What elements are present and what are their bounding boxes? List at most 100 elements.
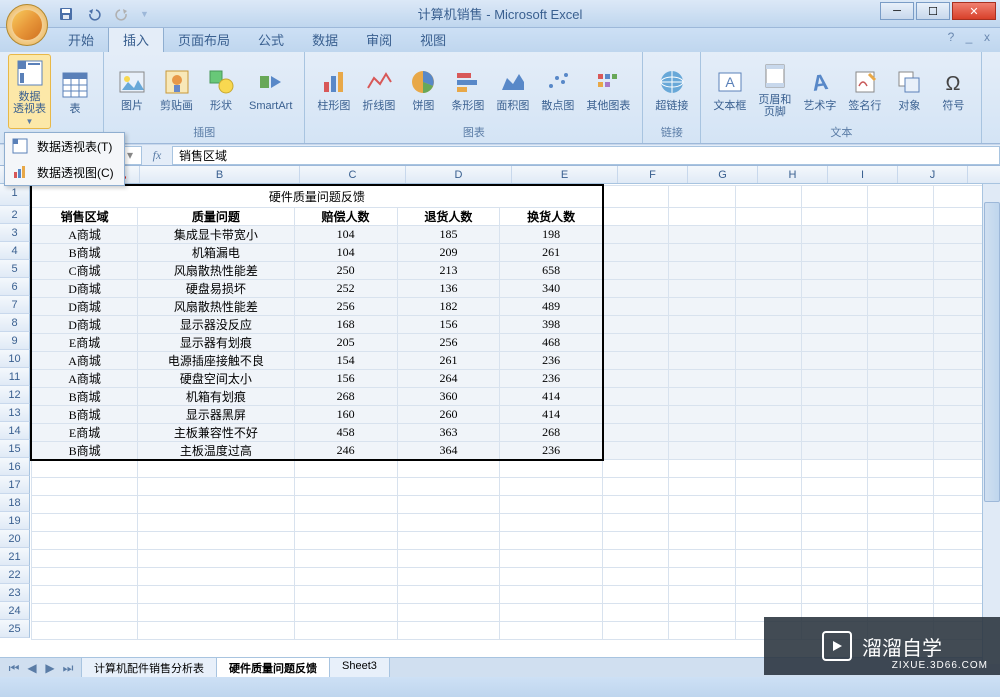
spreadsheet-grid[interactable]: 硬件质量问题反馈销售区域质量问题赔偿人数退货人数换货人数A商城集成显卡带宽小10… (30, 184, 1000, 640)
sheet-nav-prev-icon[interactable]: ◀ (24, 661, 40, 675)
row-header[interactable]: 2 (0, 206, 30, 224)
row-header[interactable]: 10 (0, 350, 30, 368)
column-header[interactable]: F (618, 166, 688, 183)
column-header[interactable]: B (140, 166, 300, 183)
row-header[interactable]: 18 (0, 494, 30, 512)
line-chart-icon (363, 66, 395, 98)
scrollbar-thumb[interactable] (984, 202, 1000, 502)
column-chart-button[interactable]: 柱形图 (313, 64, 354, 114)
row-header[interactable]: 17 (0, 476, 30, 494)
formula-bar[interactable]: 销售区域 (172, 146, 1000, 165)
maximize-button[interactable]: ☐ (916, 2, 950, 20)
qat-more-icon[interactable]: ▼ (140, 9, 149, 19)
row-header[interactable]: 25 (0, 620, 30, 638)
status-bar (0, 677, 1000, 697)
column-header[interactable]: C (300, 166, 406, 183)
other-chart-button[interactable]: 其他图表 (582, 64, 634, 114)
name-box-dropdown-icon[interactable]: ▾ (123, 148, 137, 162)
row-header[interactable]: 11 (0, 368, 30, 386)
row-header[interactable]: 1 (0, 184, 30, 206)
row-header[interactable]: 22 (0, 566, 30, 584)
clipart-button[interactable]: 剪贴画 (156, 64, 197, 114)
scatter-chart-button[interactable]: 散点图 (537, 64, 578, 114)
column-headers: ABCDEFGHIJ (0, 166, 1000, 184)
row-header[interactable]: 24 (0, 602, 30, 620)
pivot-table-button[interactable]: 数据 透视表 ▼ (8, 54, 51, 129)
object-button[interactable]: 对象 (889, 64, 929, 114)
redo-icon[interactable] (112, 4, 132, 24)
sheet-tab[interactable]: 计算机配件销售分析表 (81, 657, 217, 679)
tab-page-layout[interactable]: 页面布局 (164, 26, 244, 52)
help-icon[interactable]: ? (944, 30, 958, 44)
row-header[interactable]: 3 (0, 224, 30, 242)
table-icon (59, 69, 91, 101)
row-header[interactable]: 16 (0, 458, 30, 476)
row-header[interactable]: 21 (0, 548, 30, 566)
tab-home[interactable]: 开始 (54, 26, 108, 52)
pie-chart-button[interactable]: 饼图 (403, 64, 443, 114)
bar-chart-button[interactable]: 条形图 (447, 64, 488, 114)
row-header[interactable]: 4 (0, 242, 30, 260)
pivot-chart-small-icon (11, 163, 29, 181)
row-header[interactable]: 14 (0, 422, 30, 440)
ribbon-body: 数据 透视表 ▼ 表 表 图片 剪贴画 形状 (0, 52, 1000, 144)
symbol-button[interactable]: Ω 符号 (933, 64, 973, 114)
pivot-table-menu-item[interactable]: 数据透视表(T) (5, 133, 124, 159)
vertical-scrollbar[interactable] (982, 184, 1000, 664)
close-button[interactable]: ✕ (952, 2, 996, 20)
column-header[interactable]: G (688, 166, 758, 183)
column-header[interactable]: D (406, 166, 512, 183)
header-footer-button[interactable]: 页眉和 页脚 (754, 58, 795, 120)
row-header[interactable]: 8 (0, 314, 30, 332)
tab-review[interactable]: 审阅 (352, 26, 406, 52)
smartart-button[interactable]: SmartArt (245, 64, 296, 114)
sheet-tab[interactable]: 硬件质量问题反馈 (216, 657, 330, 679)
row-header[interactable]: 13 (0, 404, 30, 422)
area-chart-button[interactable]: 面积图 (492, 64, 533, 114)
save-icon[interactable] (56, 4, 76, 24)
header-footer-icon (759, 60, 791, 92)
pivot-chart-menu-item[interactable]: 数据透视图(C) (5, 159, 124, 185)
row-header[interactable]: 6 (0, 278, 30, 296)
row-header[interactable]: 9 (0, 332, 30, 350)
svg-text:A: A (810, 68, 829, 95)
line-chart-button[interactable]: 折线图 (358, 64, 399, 114)
watermark: 溜溜自学 ZIXUE.3D66.COM (764, 617, 1000, 675)
column-header[interactable]: J (898, 166, 968, 183)
ribbon-minimize-icon[interactable]: _ (962, 30, 976, 44)
row-header[interactable]: 5 (0, 260, 30, 278)
undo-icon[interactable] (84, 4, 104, 24)
svg-text:Ω: Ω (946, 73, 961, 95)
sheet-nav-last-icon[interactable]: ⏭ (60, 661, 76, 675)
shapes-button[interactable]: 形状 (201, 64, 241, 114)
picture-button[interactable]: 图片 (112, 64, 152, 114)
pie-chart-icon (407, 66, 439, 98)
row-header[interactable]: 23 (0, 584, 30, 602)
column-header[interactable]: I (828, 166, 898, 183)
column-header[interactable]: E (512, 166, 618, 183)
wordart-icon: A (804, 66, 836, 98)
office-button[interactable] (6, 4, 48, 46)
tab-formulas[interactable]: 公式 (244, 26, 298, 52)
table-button[interactable]: 表 (55, 67, 95, 117)
wordart-button[interactable]: A 艺术字 (799, 64, 840, 114)
row-header[interactable]: 15 (0, 440, 30, 458)
hyperlink-button[interactable]: 超链接 (651, 64, 692, 114)
column-header[interactable]: H (758, 166, 828, 183)
tab-data[interactable]: 数据 (298, 26, 352, 52)
textbox-button[interactable]: A 文本框 (709, 64, 750, 114)
tab-view[interactable]: 视图 (406, 26, 460, 52)
minimize-button[interactable]: ─ (880, 2, 914, 20)
row-header[interactable]: 20 (0, 530, 30, 548)
signature-button[interactable]: 签名行 (844, 64, 885, 114)
fx-button[interactable]: fx (142, 148, 172, 163)
sheet-tab[interactable]: Sheet3 (329, 657, 390, 679)
doc-close-icon[interactable]: x (980, 30, 994, 44)
row-header[interactable]: 19 (0, 512, 30, 530)
row-header[interactable]: 12 (0, 386, 30, 404)
tab-insert[interactable]: 插入 (108, 25, 164, 52)
clipart-icon (161, 66, 193, 98)
sheet-nav-next-icon[interactable]: ▶ (42, 661, 58, 675)
row-header[interactable]: 7 (0, 296, 30, 314)
sheet-nav-first-icon[interactable]: ⏮ (6, 661, 22, 675)
